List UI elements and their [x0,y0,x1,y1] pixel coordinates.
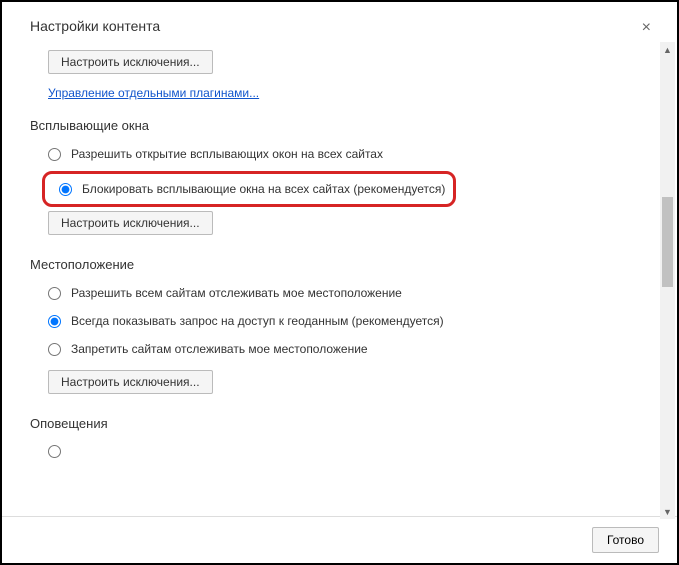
manage-plugins-link[interactable]: Управление отдельными плагинами... [48,86,259,100]
location-ask-radio[interactable] [48,315,61,328]
notifications-section-title: Оповещения [30,416,635,431]
scroll-up-icon[interactable]: ▲ [660,42,675,57]
scroll-down-icon[interactable]: ▼ [660,504,675,519]
popups-block-highlight: Блокировать всплывающие окна на всех сай… [42,171,456,207]
popups-section-title: Всплывающие окна [30,118,635,133]
popups-allow-label: Разрешить открытие всплывающих окон на в… [71,147,383,161]
location-allow-label: Разрешить всем сайтам отслеживать мое ме… [71,286,402,300]
location-allow-row[interactable]: Разрешить всем сайтам отслеживать мое ме… [48,282,635,304]
location-ask-row[interactable]: Всегда показывать запрос на доступ к гео… [48,310,635,332]
close-icon[interactable]: × [636,18,657,38]
location-exceptions-button[interactable]: Настроить исключения... [48,370,213,394]
scrollbar-thumb[interactable] [662,197,673,287]
location-deny-radio[interactable] [48,343,61,356]
location-deny-row[interactable]: Запретить сайтам отслеживать мое местопо… [48,338,635,360]
popups-block-row[interactable]: Блокировать всплывающие окна на всех сай… [59,178,445,200]
popups-block-radio[interactable] [59,183,72,196]
notifications-radio[interactable] [48,445,61,458]
scrollbar[interactable]: ▲ ▼ [660,42,675,519]
location-deny-label: Запретить сайтам отслеживать мое местопо… [71,342,368,356]
popups-allow-radio[interactable] [48,148,61,161]
popups-exceptions-button[interactable]: Настроить исключения... [48,211,213,235]
location-ask-label: Всегда показывать запрос на доступ к гео… [71,314,444,328]
location-section-title: Местоположение [30,257,635,272]
notifications-row-partial[interactable] [48,441,635,462]
dialog-title: Настройки контента [30,18,160,34]
exceptions-button-top[interactable]: Настроить исключения... [48,50,213,74]
popups-block-label: Блокировать всплывающие окна на всех сай… [82,182,445,196]
location-allow-radio[interactable] [48,287,61,300]
popups-allow-row[interactable]: Разрешить открытие всплывающих окон на в… [48,143,635,165]
done-button[interactable]: Готово [592,527,659,553]
